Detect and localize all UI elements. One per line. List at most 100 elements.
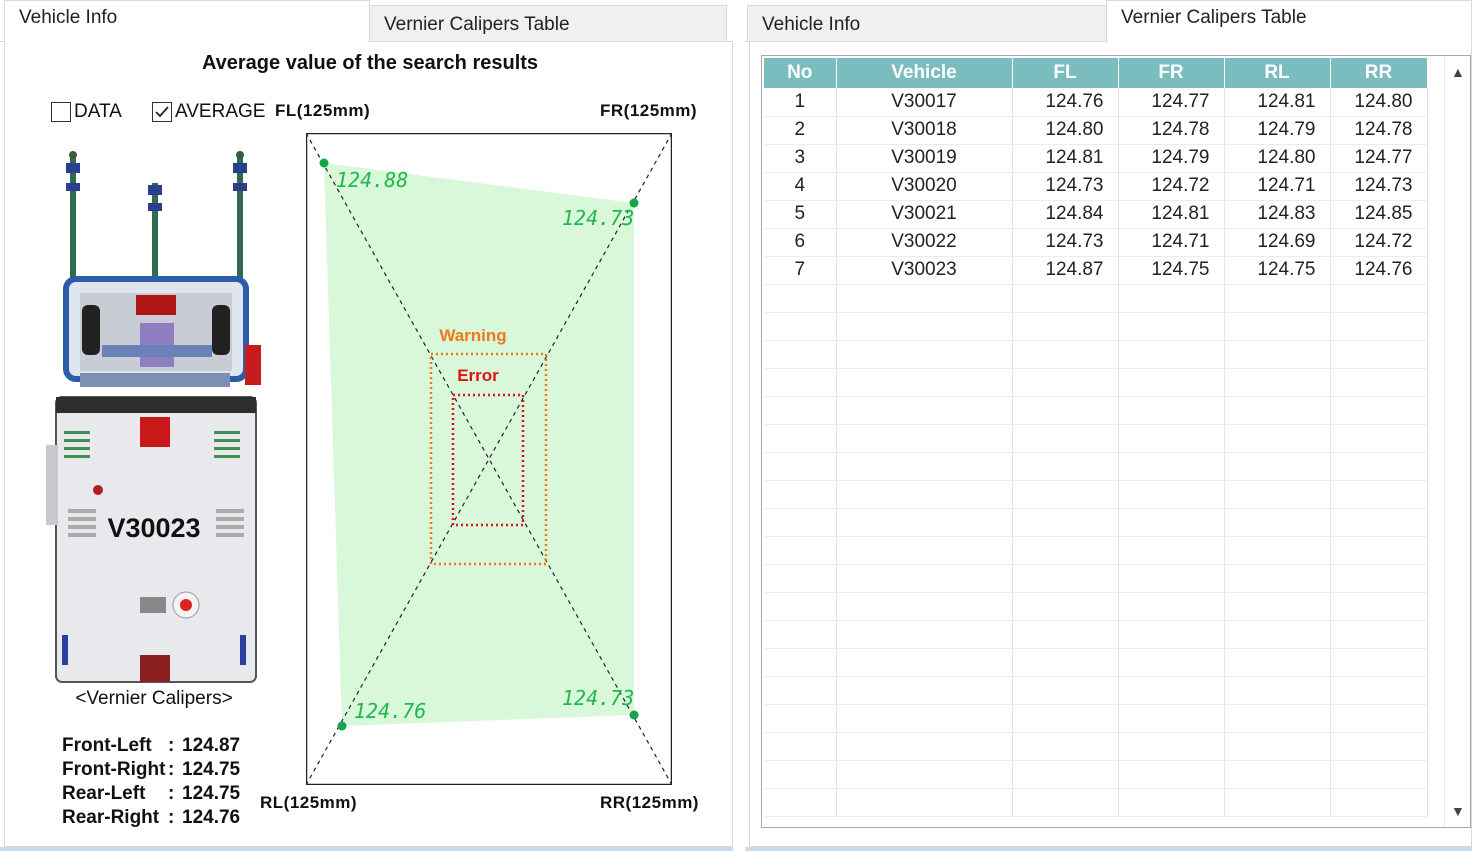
column-header-rl[interactable]: RL bbox=[1224, 58, 1331, 88]
empty-cell bbox=[1330, 788, 1428, 817]
checkbox-box[interactable] bbox=[152, 102, 172, 122]
tab-vernier-calipers-table[interactable]: Vernier Calipers Table bbox=[369, 5, 727, 42]
tab-vehicle-info[interactable]: Vehicle Info bbox=[4, 0, 370, 43]
column-header-vehicle[interactable]: Vehicle bbox=[836, 58, 1013, 88]
empty-cell bbox=[1012, 536, 1119, 565]
table-row[interactable]: 4 V30020 124.73 124.72 124.71 124.73 bbox=[764, 172, 1428, 201]
empty-cell bbox=[836, 648, 1013, 677]
empty-cell bbox=[1012, 732, 1119, 761]
table-row[interactable]: 1 V30017 124.76 124.77 124.81 124.80 bbox=[764, 88, 1428, 117]
empty-cell bbox=[764, 396, 837, 425]
calipers-table: No Vehicle FL FR RL RR 1 V30017 124.76 124.77 124… bbox=[764, 58, 1428, 817]
empty-cell bbox=[1118, 396, 1225, 425]
rr-value: 124.73 bbox=[562, 686, 634, 710]
table-body: 1 V30017 124.76 124.77 124.81 124.80 2 V30018 12… bbox=[764, 88, 1428, 817]
scroll-up-icon[interactable]: ▲ bbox=[1451, 64, 1465, 80]
empty-cell bbox=[836, 788, 1013, 817]
empty-cell bbox=[1330, 536, 1428, 565]
error-label: Error bbox=[457, 366, 499, 385]
empty-cell bbox=[1118, 424, 1225, 453]
check-icon bbox=[155, 106, 169, 118]
table-cell: 7 bbox=[764, 256, 837, 285]
fl-value: 124.88 bbox=[336, 168, 408, 192]
table-cell: 124.80 bbox=[1224, 144, 1331, 173]
empty-cell bbox=[764, 480, 837, 509]
table-cell: 124.76 bbox=[1012, 88, 1119, 117]
table-header-row: No Vehicle FL FR RL RR bbox=[764, 58, 1428, 88]
calipers-data-grid[interactable]: No Vehicle FL FR RL RR 1 V30017 124.76 124.77 124… bbox=[761, 55, 1471, 828]
empty-cell bbox=[1330, 424, 1428, 453]
empty-cell bbox=[836, 424, 1013, 453]
table-row[interactable]: 3 V30019 124.81 124.79 124.80 124.77 bbox=[764, 144, 1428, 173]
fr-corner-label: FR(125mm) bbox=[600, 101, 698, 120]
vertical-scrollbar[interactable]: ▲ ▼ bbox=[1444, 56, 1470, 827]
table-row[interactable]: 2 V30018 124.80 124.78 124.79 124.78 bbox=[764, 116, 1428, 145]
empty-cell bbox=[764, 452, 837, 481]
table-cell: 124.72 bbox=[1118, 172, 1225, 201]
empty-cell bbox=[1118, 564, 1225, 593]
rr-corner-label: RR(125mm) bbox=[600, 793, 699, 812]
data-checkbox[interactable]: DATA bbox=[51, 101, 122, 123]
empty-cell bbox=[1224, 284, 1331, 313]
empty-cell bbox=[1118, 312, 1225, 341]
table-row[interactable]: 5 V30021 124.84 124.81 124.83 124.85 bbox=[764, 200, 1428, 229]
rl-point bbox=[337, 721, 347, 731]
empty-cell bbox=[1330, 340, 1428, 369]
empty-cell bbox=[1224, 648, 1331, 677]
post-right bbox=[233, 151, 247, 285]
empty-table-row bbox=[764, 368, 1428, 397]
table-cell: 124.76 bbox=[1330, 256, 1428, 285]
table-cell: 3 bbox=[764, 144, 837, 173]
table-cell: 124.81 bbox=[1118, 200, 1225, 229]
empty-cell bbox=[836, 284, 1013, 313]
empty-cell bbox=[1012, 340, 1119, 369]
measurement-label: Front-Right bbox=[62, 759, 166, 780]
flatness-diagram: Warning Error 124.88 124.73 124.76 124.7… bbox=[306, 133, 672, 785]
empty-cell bbox=[1330, 284, 1428, 313]
table-row[interactable]: 7 V30023 124.87 124.75 124.75 124.76 bbox=[764, 256, 1428, 285]
empty-table-row bbox=[764, 452, 1428, 481]
rl-value: 124.76 bbox=[354, 699, 426, 723]
scroll-down-icon[interactable]: ▼ bbox=[1451, 803, 1465, 819]
empty-cell bbox=[1224, 760, 1331, 789]
right-tab-bar: Vehicle Info Vernier Calipers Table bbox=[745, 0, 1472, 43]
table-cell: 124.84 bbox=[1012, 200, 1119, 229]
table-cell: 124.78 bbox=[1330, 116, 1428, 145]
table-cell: 124.69 bbox=[1224, 228, 1331, 257]
empty-cell bbox=[1012, 480, 1119, 509]
table-cell: V30019 bbox=[836, 144, 1013, 173]
empty-cell bbox=[1118, 452, 1225, 481]
column-header-fr[interactable]: FR bbox=[1118, 58, 1225, 88]
empty-table-row bbox=[764, 396, 1428, 425]
empty-cell bbox=[1118, 788, 1225, 817]
empty-table-row bbox=[764, 592, 1428, 621]
empty-cell bbox=[1118, 368, 1225, 397]
fr-value: 124.73 bbox=[562, 206, 634, 230]
table-cell: 124.71 bbox=[1224, 172, 1331, 201]
checkbox-box[interactable] bbox=[51, 102, 71, 122]
table-cell: 124.73 bbox=[1330, 172, 1428, 201]
empty-cell bbox=[1012, 592, 1119, 621]
tab-vehicle-info[interactable]: Vehicle Info bbox=[747, 5, 1107, 42]
table-cell: 124.78 bbox=[1118, 116, 1225, 145]
tab-vernier-calipers-table[interactable]: Vernier Calipers Table bbox=[1106, 0, 1472, 43]
table-cell: 124.75 bbox=[1118, 256, 1225, 285]
average-checkbox[interactable]: AVERAGE bbox=[152, 101, 265, 123]
empty-cell bbox=[1330, 620, 1428, 649]
column-header-no[interactable]: No bbox=[764, 58, 837, 88]
warning-label: Warning bbox=[439, 326, 506, 345]
empty-cell bbox=[1012, 760, 1119, 789]
empty-cell bbox=[1118, 508, 1225, 537]
empty-cell bbox=[1330, 452, 1428, 481]
empty-cell bbox=[1224, 312, 1331, 341]
table-cell: V30017 bbox=[836, 88, 1013, 117]
table-row[interactable]: 6 V30022 124.73 124.71 124.69 124.72 bbox=[764, 228, 1428, 257]
empty-cell bbox=[764, 648, 837, 677]
empty-cell bbox=[1118, 620, 1225, 649]
column-header-fl[interactable]: FL bbox=[1012, 58, 1119, 88]
empty-cell bbox=[1012, 620, 1119, 649]
empty-cell bbox=[1224, 592, 1331, 621]
column-header-rr[interactable]: RR bbox=[1330, 58, 1428, 88]
empty-cell bbox=[1224, 564, 1331, 593]
measurement-row-rear-left: Rear-Left : 124.75 bbox=[62, 783, 240, 805]
